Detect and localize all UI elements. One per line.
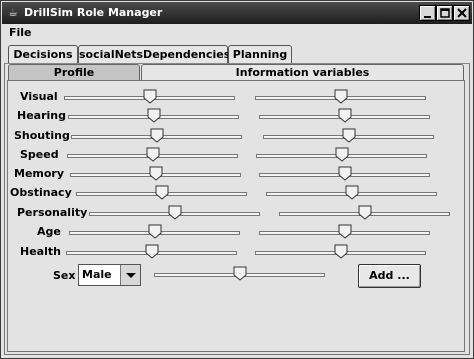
close-icon [457,8,467,18]
sex-select-value: Male [82,268,112,281]
personality-label: Personality [17,206,88,219]
memory-label: Memory [14,167,65,180]
personality-left-slider-thumb[interactable] [168,205,182,220]
maximize-icon [440,8,450,18]
speed-label: Speed [20,148,59,161]
age-label: Age [37,225,61,238]
chevron-down-icon [126,273,136,278]
health-right-slider-thumb[interactable] [334,244,348,259]
health-label: Health [20,245,61,258]
visual-left-slider-thumb[interactable] [143,89,157,104]
minimize-button[interactable] [419,5,436,21]
speed-left-slider-thumb[interactable] [146,147,160,162]
obstinacy-label: Obstinacy [10,186,72,199]
visual-label: Visual [20,90,58,103]
sex-select[interactable]: Male [78,264,141,286]
tab-decisions[interactable]: Decisions [8,45,78,64]
close-button[interactable] [453,5,470,21]
java-app-icon: ☕ [8,6,18,19]
menu-bar: File [2,24,472,42]
tab-profile[interactable]: Profile [8,64,140,81]
memory-right-slider-thumb[interactable] [338,166,352,181]
title-bar[interactable]: ☕ DrillSim Role Manager [2,2,472,24]
hearing-right-slider-thumb[interactable] [338,108,352,123]
sex-label: Sex [53,269,76,282]
shouting-left-slider-thumb[interactable] [150,128,164,143]
hearing-label: Hearing [17,109,66,122]
hearing-left-slider-thumb[interactable] [147,108,161,123]
app-window: ☕ DrillSim Role Manager File Decisions s… [0,0,474,359]
obstinacy-right-slider-thumb[interactable] [345,185,359,200]
sex-slider-thumb[interactable] [233,266,247,281]
memory-left-slider-thumb[interactable] [149,166,163,181]
maximize-button[interactable] [436,5,453,21]
dropdown-arrow-button[interactable] [120,265,140,285]
minimize-icon [424,16,431,18]
tab-planning[interactable]: Planning [228,45,292,64]
tab-socialnetsdependencies[interactable]: socialNetsDependencies [78,45,230,64]
visual-right-slider-thumb[interactable] [334,89,348,104]
menu-file[interactable]: File [9,26,32,39]
window-title: DrillSim Role Manager [24,6,163,19]
health-left-slider-thumb[interactable] [145,244,159,259]
age-right-slider-thumb[interactable] [338,224,352,239]
speed-right-slider-thumb[interactable] [335,147,349,162]
shouting-right-slider-thumb[interactable] [342,128,356,143]
personality-right-slider-thumb[interactable] [358,205,372,220]
tab-information-variables[interactable]: Information variables [141,64,464,81]
age-left-slider-thumb[interactable] [148,224,162,239]
obstinacy-left-slider-thumb[interactable] [155,185,169,200]
add-button[interactable]: Add ... [358,264,421,288]
shouting-label: Shouting [14,129,70,142]
